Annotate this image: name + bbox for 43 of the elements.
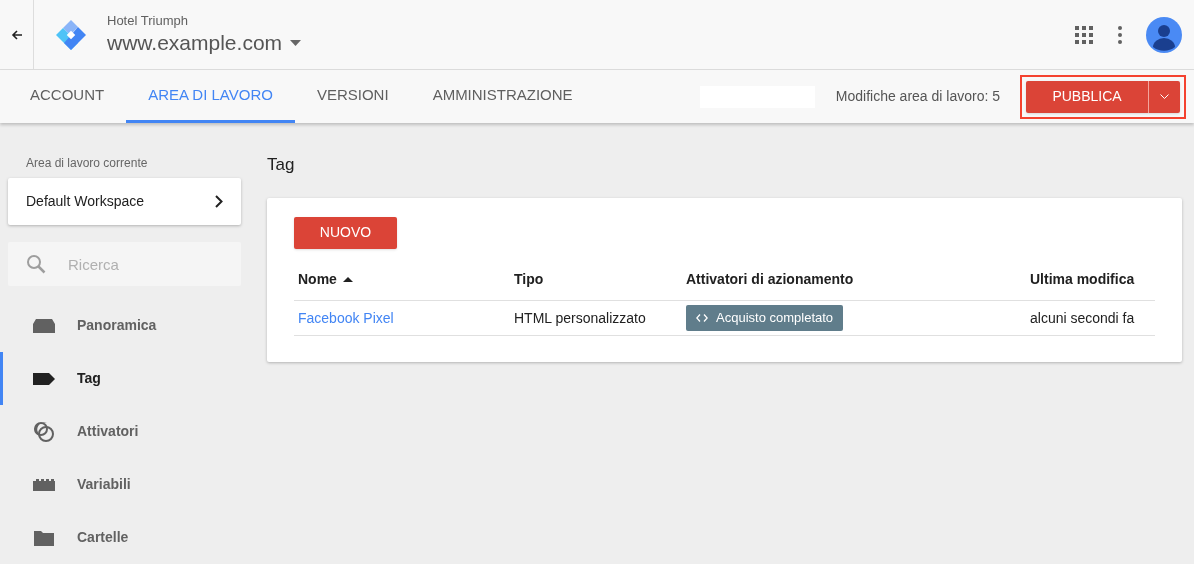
tag-link[interactable]: Facebook Pixel	[298, 309, 394, 326]
publish-menu-button[interactable]	[1148, 80, 1180, 113]
trigger-chip[interactable]: Acquisto completato	[686, 305, 844, 331]
section-label: Area di lavoro corrente	[26, 155, 149, 172]
chevron-right-icon	[215, 195, 223, 208]
back-arrow-icon	[10, 28, 23, 41]
caret-icon	[290, 39, 302, 46]
avatar-icon[interactable]	[1146, 16, 1182, 53]
workspace-changes: Modifiche area di lavoro: 5	[835, 87, 1000, 106]
nav-item[interactable]: Tag	[0, 352, 267, 405]
nav-item[interactable]: Attivatori	[0, 405, 267, 458]
table-cell: HTML personalizzato	[510, 300, 682, 336]
blocks-icon	[33, 478, 55, 491]
column-header: Tipo	[510, 258, 682, 301]
more-icon	[1118, 25, 1122, 44]
table-cell: alcuni secondi fa	[1026, 300, 1155, 336]
sort-up-icon	[342, 276, 353, 282]
nav-item[interactable]: Panoramica	[0, 299, 267, 352]
tab[interactable]: AMMINISTRAZIONE	[410, 70, 595, 123]
tab[interactable]: AREA DI LAVORO	[126, 70, 295, 123]
nav-item[interactable]: Variabili	[0, 458, 267, 511]
container-selector[interactable]: www.example.com	[107, 28, 302, 57]
column-header[interactable]: Nome	[294, 258, 510, 301]
folder-icon	[34, 529, 54, 546]
workspace-selector[interactable]: Default Workspace	[8, 178, 241, 225]
account-name: Hotel Triumph	[107, 12, 189, 29]
publish-button[interactable]: PUBBLICA	[1026, 80, 1148, 113]
logo-icon	[54, 17, 88, 52]
apps-icon	[1075, 25, 1093, 44]
search-icon	[26, 254, 46, 274]
tab[interactable]: VERSIONI	[294, 70, 411, 123]
column-header: Ultima modifica	[1026, 258, 1155, 301]
code-icon	[696, 314, 708, 322]
column-header: Attivatori di azionamento	[682, 258, 1026, 301]
page-title: Tag	[267, 154, 296, 176]
search-field[interactable]: Ricerca	[8, 242, 241, 286]
new-button[interactable]: NUOVO	[294, 216, 397, 249]
tag-icon	[33, 372, 55, 385]
circles-icon	[33, 420, 55, 443]
chevron-down-icon	[1160, 94, 1169, 99]
tab[interactable]: ACCOUNT	[8, 70, 127, 123]
panel-icon	[33, 317, 55, 334]
nav-item[interactable]: Cartelle	[0, 511, 267, 564]
